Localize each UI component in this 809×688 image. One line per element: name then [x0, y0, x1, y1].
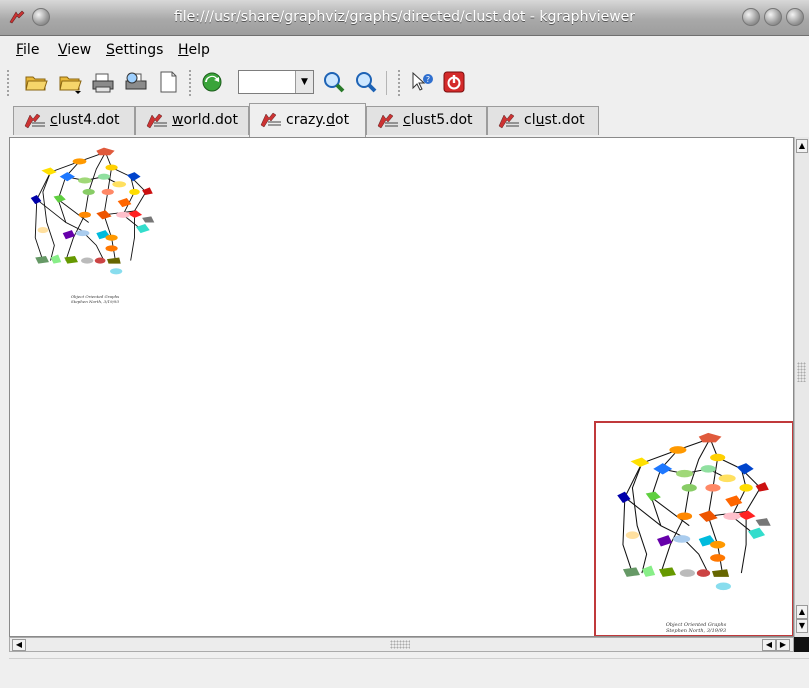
graph-file-icon: [146, 113, 167, 129]
graph-file-icon: [24, 113, 45, 129]
print-icon[interactable]: [91, 70, 115, 94]
tab-label: clust.dot: [524, 112, 585, 128]
open-icon[interactable]: [24, 70, 48, 94]
tab-label-part: d: [326, 112, 336, 128]
birdseye-caption: Object Oriented Graphs Stephen North, 3/…: [636, 622, 756, 634]
tab-label-part: w: [172, 112, 184, 128]
graph-file-icon: [260, 112, 281, 128]
scroll-left-button-2[interactable]: ◀: [762, 639, 776, 651]
tab-label-part: st.dot: [544, 112, 585, 128]
title-bar[interactable]: file:///usr/share/graphviz/graphs/direct…: [0, 0, 809, 36]
scrollbar-corner: [794, 637, 809, 652]
tab-crazy-dot[interactable]: crazy.dot: [249, 103, 366, 137]
graph-canvas[interactable]: Object Oriented Graphs Stephen North, 3/…: [9, 137, 794, 637]
tab-label-part: orld.dot: [183, 112, 238, 128]
menu-file[interactable]: File: [16, 42, 39, 58]
toolbar-grip-2[interactable]: [188, 69, 192, 97]
status-bar: [9, 658, 809, 688]
tab-label: world.dot: [172, 112, 238, 128]
birdseye-view[interactable]: Object Oriented Graphs Stephen North, 3/…: [594, 421, 793, 636]
tab-label-part: cl: [524, 112, 536, 128]
chevron-down-icon[interactable]: ▼: [295, 71, 313, 93]
graph-caption: Object Oriented Graphs Stephen North, 3/…: [50, 294, 140, 304]
toolbar-grip-3[interactable]: [397, 69, 401, 97]
scroll-up-button-2[interactable]: ▲: [796, 605, 808, 619]
scroll-right-button[interactable]: ▶: [776, 639, 790, 651]
tab-clust5-dot[interactable]: clust5.dot: [366, 106, 487, 135]
maximize-button[interactable]: [764, 8, 782, 26]
quit-icon[interactable]: [442, 70, 466, 94]
tab-label-part: lust4.dot: [57, 112, 120, 128]
tab-label-part: crazy.: [286, 112, 327, 128]
horizontal-scrollbar[interactable]: ◀ ◀ ▶: [9, 637, 794, 652]
birdseye-graph-drawing: [617, 432, 771, 591]
menu-view-rest: iew: [67, 42, 92, 58]
tab-clust4-dot[interactable]: clust4.dot: [13, 106, 135, 135]
toolbar-grip[interactable]: [6, 69, 10, 97]
tab-label: clust4.dot: [50, 112, 120, 128]
scroll-down-button[interactable]: ▼: [796, 619, 808, 633]
new-page-icon[interactable]: [156, 70, 180, 94]
menu-settings-mnemonic: S: [106, 42, 115, 58]
menu-help-mnemonic: H: [178, 42, 189, 58]
print-preview-icon[interactable]: [124, 70, 148, 94]
tab-label: clust5.dot: [403, 112, 473, 128]
tab-label-part: lust5.dot: [410, 112, 473, 128]
scrollbar-grip[interactable]: [797, 362, 806, 382]
graph-caption-line2: Stephen North, 3/19/93: [70, 299, 120, 304]
menu-view-mnemonic: V: [58, 42, 68, 58]
tab-label-part: c: [50, 112, 58, 128]
scroll-left-button[interactable]: ◀: [12, 639, 26, 651]
open-recent-icon[interactable]: [58, 70, 82, 94]
tab-label-part: ot: [335, 112, 350, 128]
graph-drawing[interactable]: [20, 146, 165, 276]
minimize-button[interactable]: [742, 8, 760, 26]
zoom-combobox[interactable]: ▼: [238, 70, 314, 94]
close-button[interactable]: [786, 8, 804, 26]
menu-bar: File View Settings Help: [0, 36, 809, 62]
menu-file-mnemonic: F: [16, 42, 24, 58]
zoom-out-icon[interactable]: [354, 70, 378, 94]
main-toolbar: ▼ ?: [0, 63, 809, 103]
zoom-in-icon[interactable]: [322, 70, 346, 94]
graph-file-icon: [377, 113, 398, 129]
graph-file-icon: [498, 113, 519, 129]
tab-label-part: c: [403, 112, 411, 128]
whats-this-icon[interactable]: ?: [410, 70, 434, 94]
tab-clust-dot[interactable]: clust.dot: [487, 106, 599, 135]
scroll-up-button[interactable]: ▲: [796, 139, 808, 153]
menu-settings[interactable]: Settings: [106, 42, 163, 58]
hscrollbar-grip[interactable]: [390, 640, 410, 649]
vertical-scrollbar[interactable]: ▲ ▲ ▼: [794, 137, 809, 637]
toolbar-separator: [386, 71, 387, 95]
window-title: file:///usr/share/graphviz/graphs/direct…: [173, 9, 636, 25]
menu-help-rest: elp: [188, 42, 210, 58]
svg-text:?: ?: [426, 75, 430, 84]
menu-settings-rest: ettings: [114, 42, 164, 58]
tab-world-dot[interactable]: world.dot: [135, 106, 249, 135]
birdseye-caption-line2: Stephen North, 3/19/93: [665, 628, 727, 634]
menu-view[interactable]: View: [58, 42, 91, 58]
tab-label: crazy.dot: [286, 112, 349, 128]
document-tabs: clust4.dot world.dot crazy.dot clust5.do…: [0, 103, 809, 137]
reload-icon[interactable]: [200, 70, 224, 94]
menu-file-rest: ile: [23, 42, 40, 58]
menu-help[interactable]: Help: [178, 42, 210, 58]
